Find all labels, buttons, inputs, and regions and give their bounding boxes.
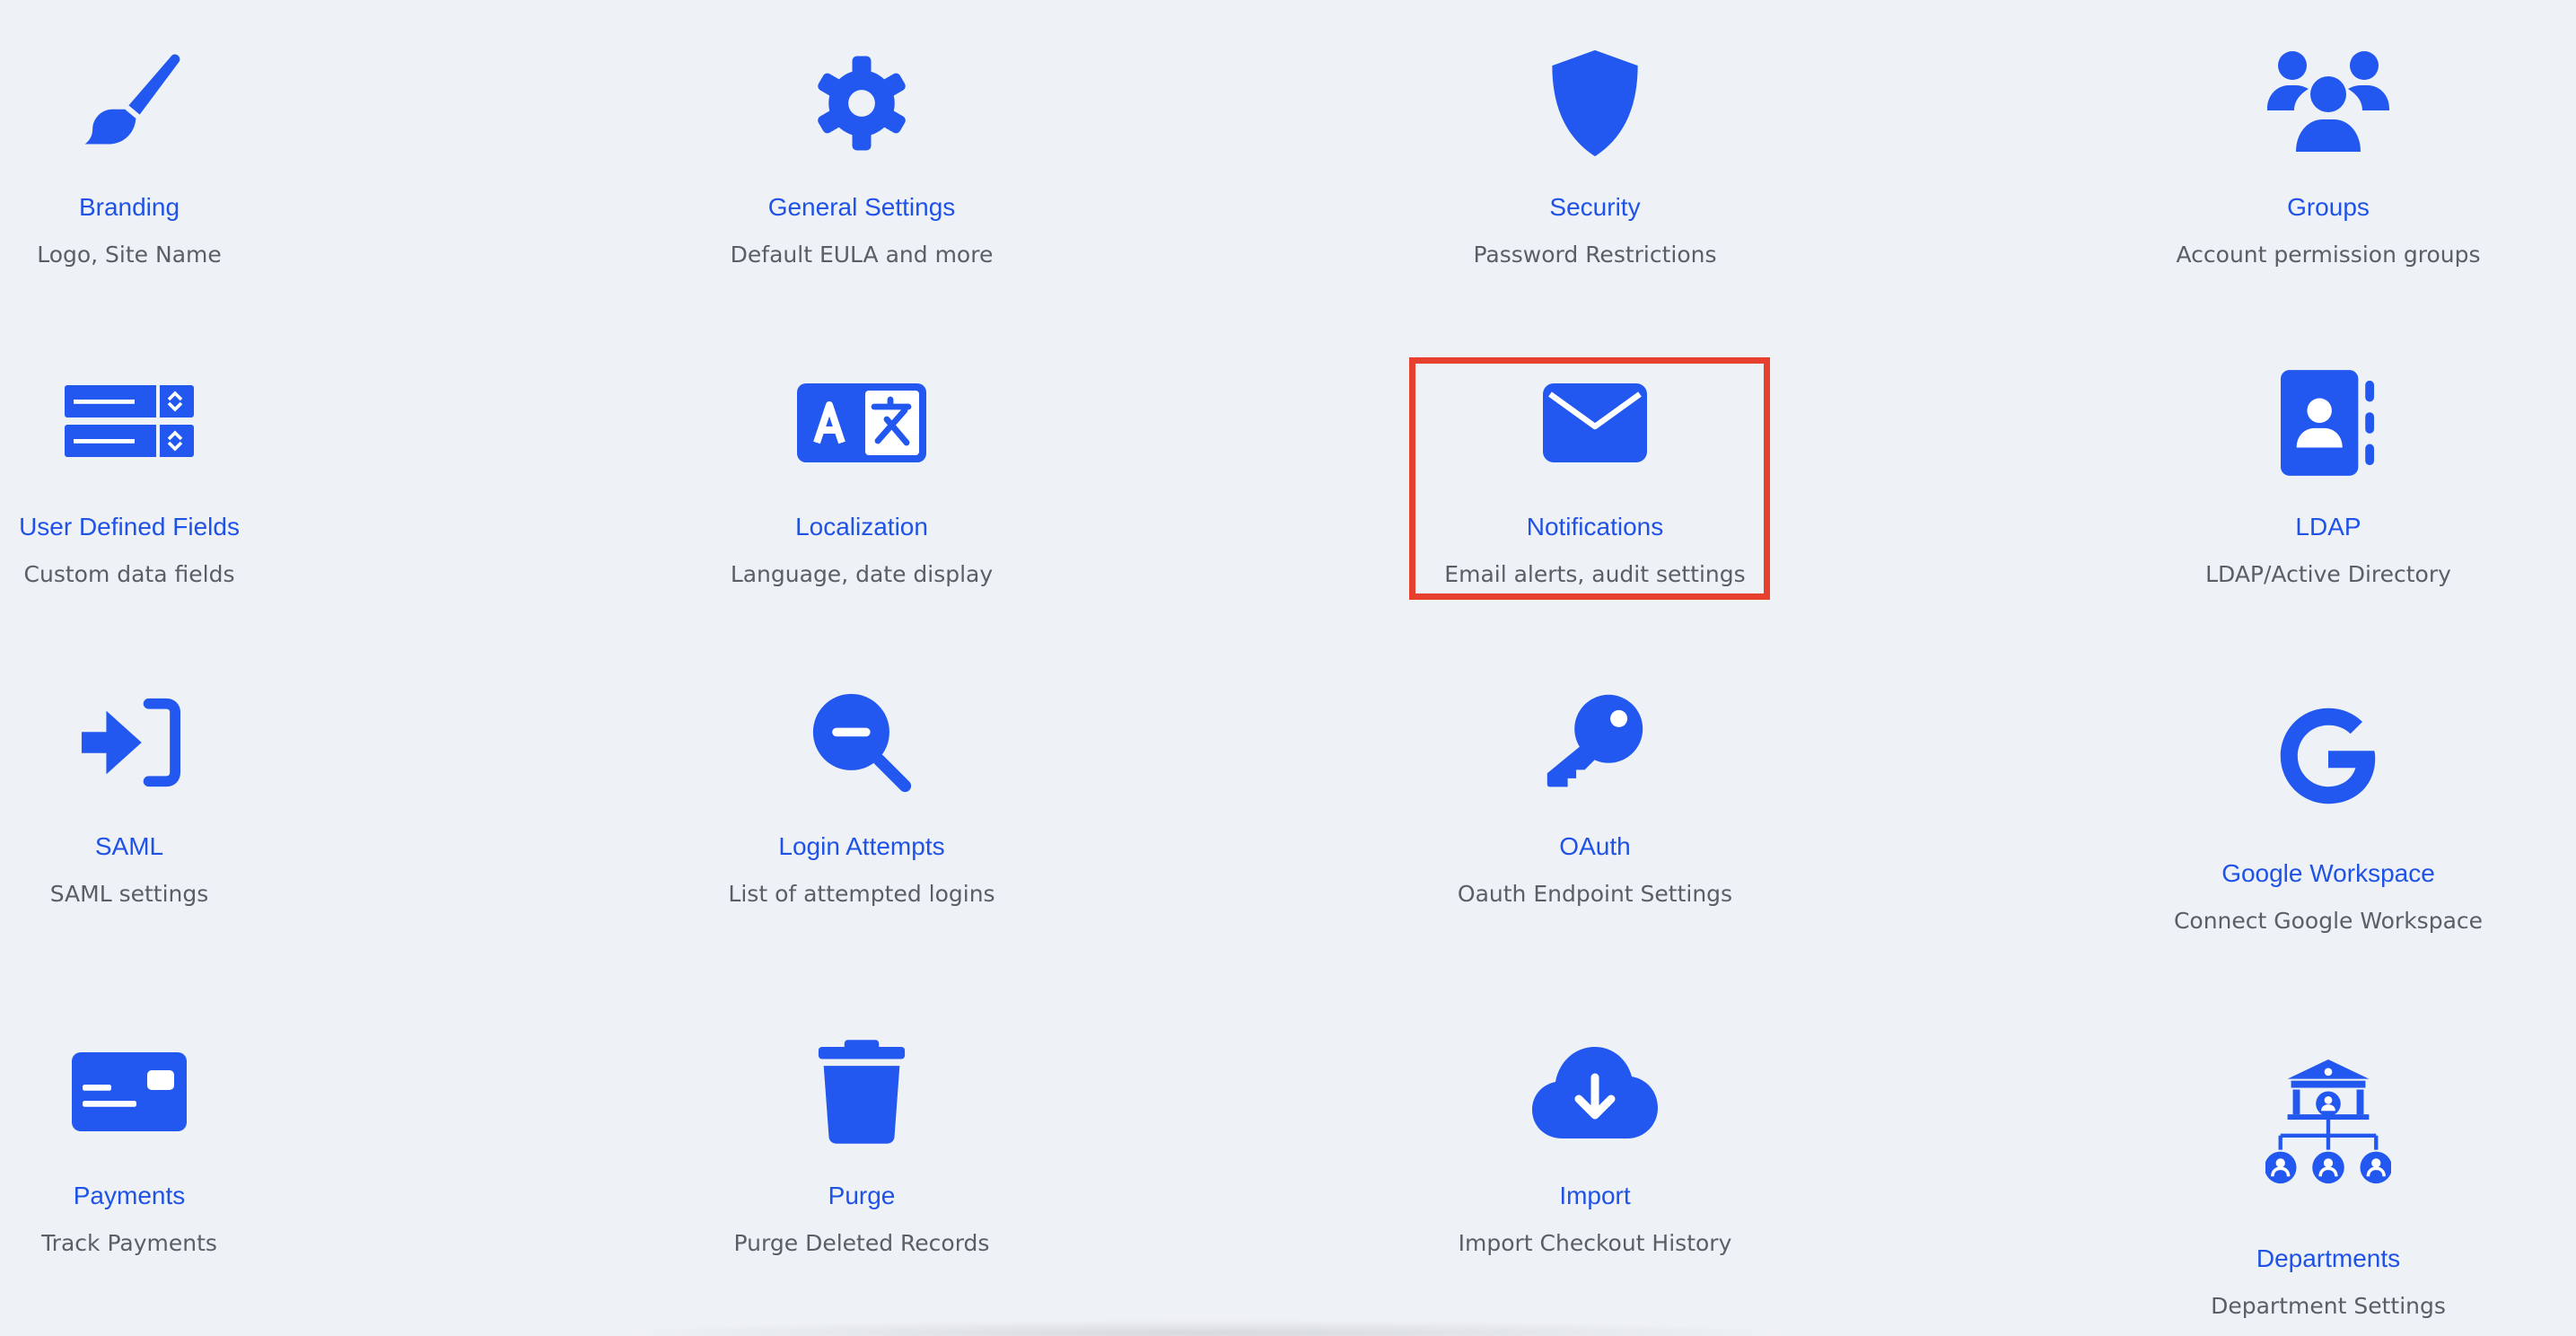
tile-description: List of attempted logins xyxy=(728,881,995,907)
list-fields-icon xyxy=(57,360,201,486)
tile-general-settings[interactable]: General Settings Default EULA and more xyxy=(565,40,1158,268)
tile-description: Connect Google Workspace xyxy=(2173,908,2484,934)
tile-title: User Defined Fields xyxy=(19,513,240,541)
tile-google-workspace[interactable]: Google Workspace Connect Google Workspac… xyxy=(2032,680,2576,934)
tile-title: Notifications xyxy=(1526,513,1664,541)
key-icon xyxy=(1523,680,1667,805)
tile-purge[interactable]: Purge Purge Deleted Records xyxy=(565,1029,1158,1256)
tile-description: SAML settings xyxy=(49,881,209,907)
tile-description: Purge Deleted Records xyxy=(733,1230,990,1256)
tile-departments[interactable]: Departments Department Settings xyxy=(2032,1029,2576,1319)
tile-description: Password Restrictions xyxy=(1473,242,1717,268)
paintbrush-icon xyxy=(57,40,201,166)
language-icon xyxy=(790,360,933,486)
tile-title: SAML xyxy=(94,832,164,860)
tile-login-attempts[interactable]: Login Attempts List of attempted logins xyxy=(565,680,1158,907)
tile-description: Email alerts, audit settings xyxy=(1444,561,1746,587)
tile-title: Localization xyxy=(795,513,928,541)
tile-description: Custom data fields xyxy=(23,561,235,587)
tile-description: LDAP/Active Directory xyxy=(2205,561,2451,587)
tile-oauth[interactable]: OAuth Oauth Endpoint Settings xyxy=(1299,680,1891,907)
tile-description: Language, date display xyxy=(730,561,994,587)
tile-description: Track Payments xyxy=(41,1230,217,1256)
tile-description: Import Checkout History xyxy=(1458,1230,1732,1256)
tile-title: Groups xyxy=(2287,193,2370,221)
tile-title: Branding xyxy=(78,193,180,221)
tile-title: Departments xyxy=(2256,1244,2401,1272)
tile-title: Login Attempts xyxy=(778,832,945,860)
gear-icon xyxy=(790,40,933,166)
tile-title: Google Workspace xyxy=(2221,859,2435,887)
tile-title: Security xyxy=(1549,193,1641,221)
tile-branding[interactable]: Branding Logo, Site Name xyxy=(0,40,425,268)
tile-security[interactable]: Security Password Restrictions xyxy=(1299,40,1891,268)
tile-title: OAuth xyxy=(1559,832,1631,860)
tile-description: Default EULA and more xyxy=(730,242,994,268)
tile-localization[interactable]: Localization Language, date display xyxy=(565,360,1158,587)
tile-groups[interactable]: Groups Account permission groups xyxy=(2032,40,2576,268)
tile-saml[interactable]: SAML SAML settings xyxy=(0,680,425,907)
search-minus-icon xyxy=(790,680,933,805)
tile-user-defined-fields[interactable]: User Defined Fields Custom data fields xyxy=(0,360,425,587)
users-icon xyxy=(2256,40,2400,166)
tile-title: Payments xyxy=(73,1182,186,1209)
tile-title: Purge xyxy=(828,1182,896,1209)
tile-import[interactable]: Import Import Checkout History xyxy=(1299,1029,1891,1256)
tile-notifications[interactable]: Notifications Email alerts, audit settin… xyxy=(1299,360,1891,587)
tile-title: LDAP xyxy=(2295,513,2361,541)
sign-in-icon xyxy=(57,680,201,805)
tile-title: General Settings xyxy=(767,193,956,221)
tile-payments[interactable]: Payments Track Payments xyxy=(0,1029,425,1256)
tile-description: Account permission groups xyxy=(2176,242,2481,268)
tile-description: Department Settings xyxy=(2211,1293,2446,1319)
settings-grid: Branding Logo, Site Name General Setting… xyxy=(0,0,2576,1336)
shield-icon xyxy=(1523,40,1667,166)
scroll-shadow xyxy=(610,1320,1795,1336)
departments-icon xyxy=(2256,1029,2400,1217)
card-icon xyxy=(57,1029,201,1155)
address-book-icon xyxy=(2256,360,2400,486)
trash-icon xyxy=(790,1029,933,1155)
tile-description: Oauth Endpoint Settings xyxy=(1457,881,1733,907)
tile-title: Import xyxy=(1559,1182,1631,1209)
google-icon xyxy=(2256,680,2400,832)
envelope-icon xyxy=(1523,360,1667,486)
cloud-download-icon xyxy=(1523,1029,1667,1155)
tile-description: Logo, Site Name xyxy=(37,242,222,268)
tile-ldap[interactable]: LDAP LDAP/Active Directory xyxy=(2032,360,2576,587)
